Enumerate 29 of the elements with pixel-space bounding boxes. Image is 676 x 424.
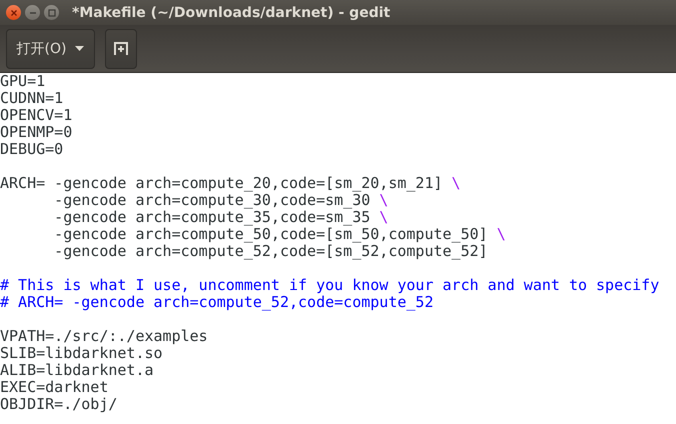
code-text: GPU=1 (0, 72, 46, 90)
code-text: -gencode arch=compute_30,code=sm_30 (53, 191, 370, 209)
comment-text: # ARCH= -gencode arch=compute_52,code=compute_52 (0, 293, 434, 311)
code-text: OPENCV=1 (0, 106, 72, 124)
line-continuation: \ (379, 191, 388, 209)
line-continuation: \ (452, 174, 461, 192)
code-text: CUDNN=1 (0, 89, 64, 107)
new-document-button[interactable] (105, 28, 137, 68)
close-icon[interactable] (6, 5, 21, 20)
code-text: -gencode arch=compute_35,code=sm_35 (53, 208, 372, 226)
comment-text: # This is what I use, uncomment if you know your arch and want to specify (0, 276, 660, 294)
open-button[interactable]: 打开(O) (6, 28, 95, 68)
code-text: OBJDIR=./obj/ (0, 395, 118, 413)
code-text: -gencode arch=compute_50,code=[sm_50,compute_50] (53, 225, 489, 243)
code-text: ALIB=libdarknet.a (0, 361, 154, 379)
caret-icon (75, 46, 84, 51)
maximize-icon[interactable] (44, 5, 59, 20)
window-title: *Makefile (~/Downloads/darknet) - gedit (72, 4, 390, 20)
code-text: DEBUG=0 (0, 140, 64, 158)
code-text: VPATH=./src/:./examples (0, 327, 208, 345)
line-continuation: \ (496, 225, 506, 243)
line-continuation: \ (379, 208, 388, 226)
code-text: SLIB=libdarknet.so (0, 344, 163, 362)
code-text: ARCH= -gencode arch=compute_20,code=[sm_20,sm_21] (0, 174, 444, 192)
code-text: EXEC=darknet (0, 378, 108, 396)
code-text: OPENMP=0 (0, 123, 72, 141)
code-text: -gencode arch=compute_52,code=[sm_52,compute_52] (53, 242, 488, 260)
new-document-icon (114, 42, 128, 55)
minimize-icon[interactable] (25, 5, 40, 20)
